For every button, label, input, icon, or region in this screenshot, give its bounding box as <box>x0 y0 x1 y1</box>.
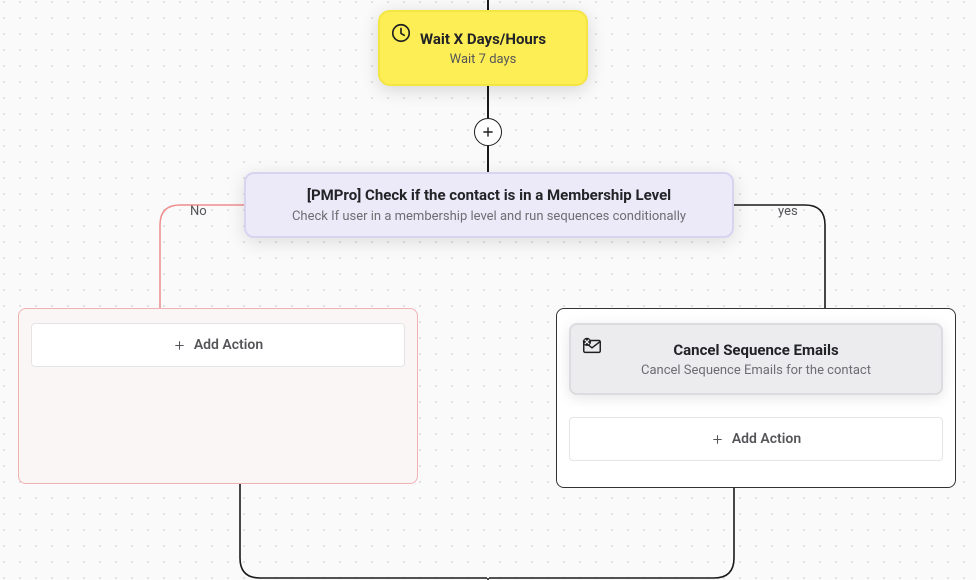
wait-node[interactable]: Wait X Days/Hours Wait 7 days <box>378 10 588 86</box>
branch-no-container: Add Action <box>18 308 418 484</box>
add-action-button-yes[interactable]: Add Action <box>569 417 943 461</box>
condition-title: [PMPro] Check if the contact is in a Mem… <box>307 186 671 204</box>
plus-icon <box>481 125 495 139</box>
wait-node-title: Wait X Days/Hours <box>420 30 546 48</box>
plus-icon <box>711 433 724 446</box>
clock-icon <box>390 22 412 44</box>
flow-connectors <box>0 0 976 580</box>
branch-label-no: No <box>190 204 207 219</box>
add-action-button-no[interactable]: Add Action <box>31 323 405 367</box>
add-action-label: Add Action <box>194 337 263 353</box>
cancel-sequence-node[interactable]: Cancel Sequence Emails Cancel Sequence E… <box>569 323 943 395</box>
plus-icon <box>173 339 186 352</box>
add-action-label: Add Action <box>732 431 801 447</box>
wait-node-subtitle: Wait 7 days <box>450 52 517 67</box>
condition-node[interactable]: [PMPro] Check if the contact is in a Mem… <box>244 172 734 238</box>
condition-subtitle: Check If user in a membership level and … <box>292 209 686 224</box>
cancel-mail-icon <box>581 335 603 357</box>
branch-label-yes: yes <box>778 204 798 219</box>
cancel-node-subtitle: Cancel Sequence Emails for the contact <box>641 363 871 378</box>
cancel-node-title: Cancel Sequence Emails <box>673 341 838 359</box>
add-step-button[interactable] <box>474 118 502 146</box>
branch-yes-container: Cancel Sequence Emails Cancel Sequence E… <box>556 308 956 488</box>
